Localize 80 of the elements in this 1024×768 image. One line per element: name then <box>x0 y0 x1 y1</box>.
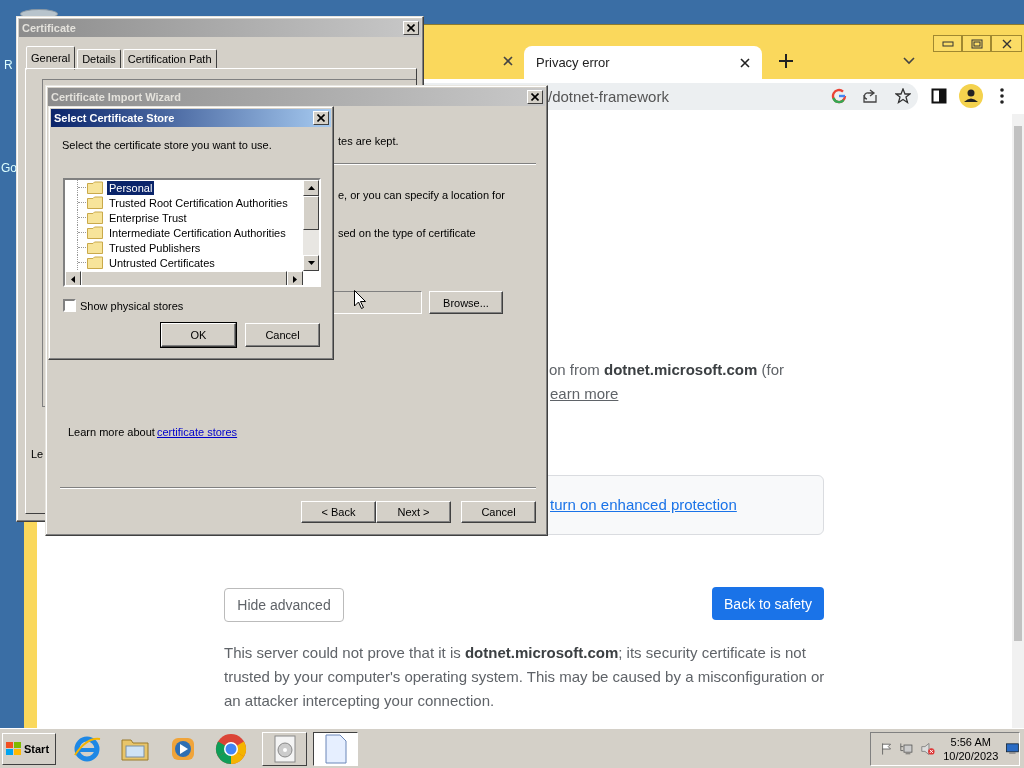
tree-item[interactable]: Intermediate Certification Authorities <box>107 225 288 240</box>
arrow-left-icon <box>71 275 75 283</box>
certificate-stores-link[interactable]: certificate stores <box>157 426 238 438</box>
close-icon <box>1000 38 1013 49</box>
close-icon <box>317 114 325 122</box>
new-tab-icon[interactable] <box>779 54 793 68</box>
speaker-muted-icon[interactable] <box>920 740 936 757</box>
scrollbar[interactable] <box>1012 114 1024 728</box>
arrow-down-icon <box>307 261 315 265</box>
document-icon <box>323 733 348 764</box>
windows-logo-icon <box>6 741 22 756</box>
window-title: Select Certificate Store <box>54 112 175 124</box>
maximize-icon <box>970 38 983 49</box>
wizard-button[interactable]: Next > <box>376 501 451 523</box>
minimize-button[interactable] <box>933 35 962 52</box>
dialog-button[interactable]: OK <box>161 323 236 347</box>
learn-more-link[interactable]: earn more <box>550 385 619 402</box>
star-icon[interactable] <box>895 88 911 104</box>
enhanced-protection-link[interactable]: turn on enhanced protection <box>550 496 737 513</box>
details-paragraph: This server could not prove that it is dotnet.microsoft.com; its security certificate is not trusted by your computer's operating system. This may be caused by a misconfiguration or an attacker intercepting your connection. <box>224 643 826 711</box>
minimize-icon <box>941 40 954 47</box>
option-text: sed on the type of certificate <box>338 227 476 239</box>
tab[interactable]: Details <box>77 49 121 69</box>
instruction-text: tes are kept. <box>338 135 399 147</box>
store-field[interactable] <box>331 291 422 314</box>
folder-icon <box>87 241 103 254</box>
wizard-button[interactable]: Cancel <box>461 501 536 523</box>
clock-date[interactable]: 10/20/2023 <box>943 748 999 763</box>
flag-icon[interactable] <box>881 740 893 757</box>
tab[interactable]: General <box>26 46 76 70</box>
vertical-scrollbar[interactable] <box>303 180 319 271</box>
network-icon[interactable] <box>900 740 913 757</box>
window-title: Certificate Import Wizard <box>51 91 182 103</box>
arrow-up-icon <box>307 186 315 190</box>
hide-advanced-button[interactable]: Hide advanced <box>224 588 344 622</box>
close-icon[interactable] <box>740 57 750 68</box>
tree-item[interactable]: Trusted Publishers <box>107 240 203 255</box>
browse-button[interactable]: Browse... <box>429 291 503 314</box>
checkbox-label[interactable]: Show physical stores <box>80 299 184 312</box>
tree-item[interactable]: Enterprise Trust <box>107 210 189 225</box>
wizard-button[interactable]: < Back <box>301 501 376 523</box>
close-button[interactable] <box>991 35 1022 52</box>
chevron-down-icon[interactable] <box>903 57 915 65</box>
avatar-icon[interactable] <box>959 84 983 108</box>
folder-icon <box>87 226 103 239</box>
side-panel-icon[interactable] <box>931 88 947 104</box>
clock-time[interactable]: 5:56 AM <box>950 734 991 749</box>
browser-icon[interactable] <box>214 731 248 766</box>
tree-item[interactable]: Trusted Root Certification Authorities <box>107 195 290 210</box>
prompt-text: Select the certificate store you want to use. <box>62 139 272 151</box>
close-icon[interactable] <box>503 56 513 66</box>
checkbox[interactable] <box>63 299 76 312</box>
browser-tab[interactable]: Privacy error <box>524 46 762 79</box>
learn-more-text: Le <box>31 448 44 460</box>
desktop-icon-label[interactable]: Go <box>1 161 17 175</box>
search-engine-icon[interactable] <box>831 88 847 104</box>
dialog-button[interactable]: Cancel <box>245 323 320 347</box>
folder-icon <box>87 181 103 194</box>
window-title: Certificate <box>22 22 76 34</box>
folder-icon <box>87 211 103 224</box>
cursor-icon <box>354 290 366 309</box>
close-icon <box>531 93 539 101</box>
taskbar-button[interactable] <box>313 731 358 766</box>
instruction-text: e, or you can specify a location for <box>338 189 505 201</box>
warning-text: on from dotnet.microsoft.com (for <box>549 361 785 378</box>
folder-icon <box>87 256 103 269</box>
tree-item[interactable]: Untrusted Certificates <box>107 255 217 270</box>
folder-icon <box>87 196 103 209</box>
tab[interactable]: Certification Path <box>122 49 217 69</box>
menu-icon[interactable] <box>1000 88 1004 104</box>
monitor-icon[interactable] <box>1006 741 1019 756</box>
share-icon[interactable] <box>862 88 878 104</box>
close-icon <box>407 24 415 32</box>
tree-item[interactable]: Personal <box>107 180 155 195</box>
back-to-safety-button[interactable]: Back to safety <box>712 587 824 620</box>
learn-more-text: Learn more about <box>68 426 155 438</box>
start-button[interactable]: Start <box>2 732 56 765</box>
horizontal-scrollbar[interactable] <box>65 271 303 285</box>
desktop-icon-label[interactable]: R <box>4 58 13 72</box>
arrow-right-icon <box>293 275 297 283</box>
